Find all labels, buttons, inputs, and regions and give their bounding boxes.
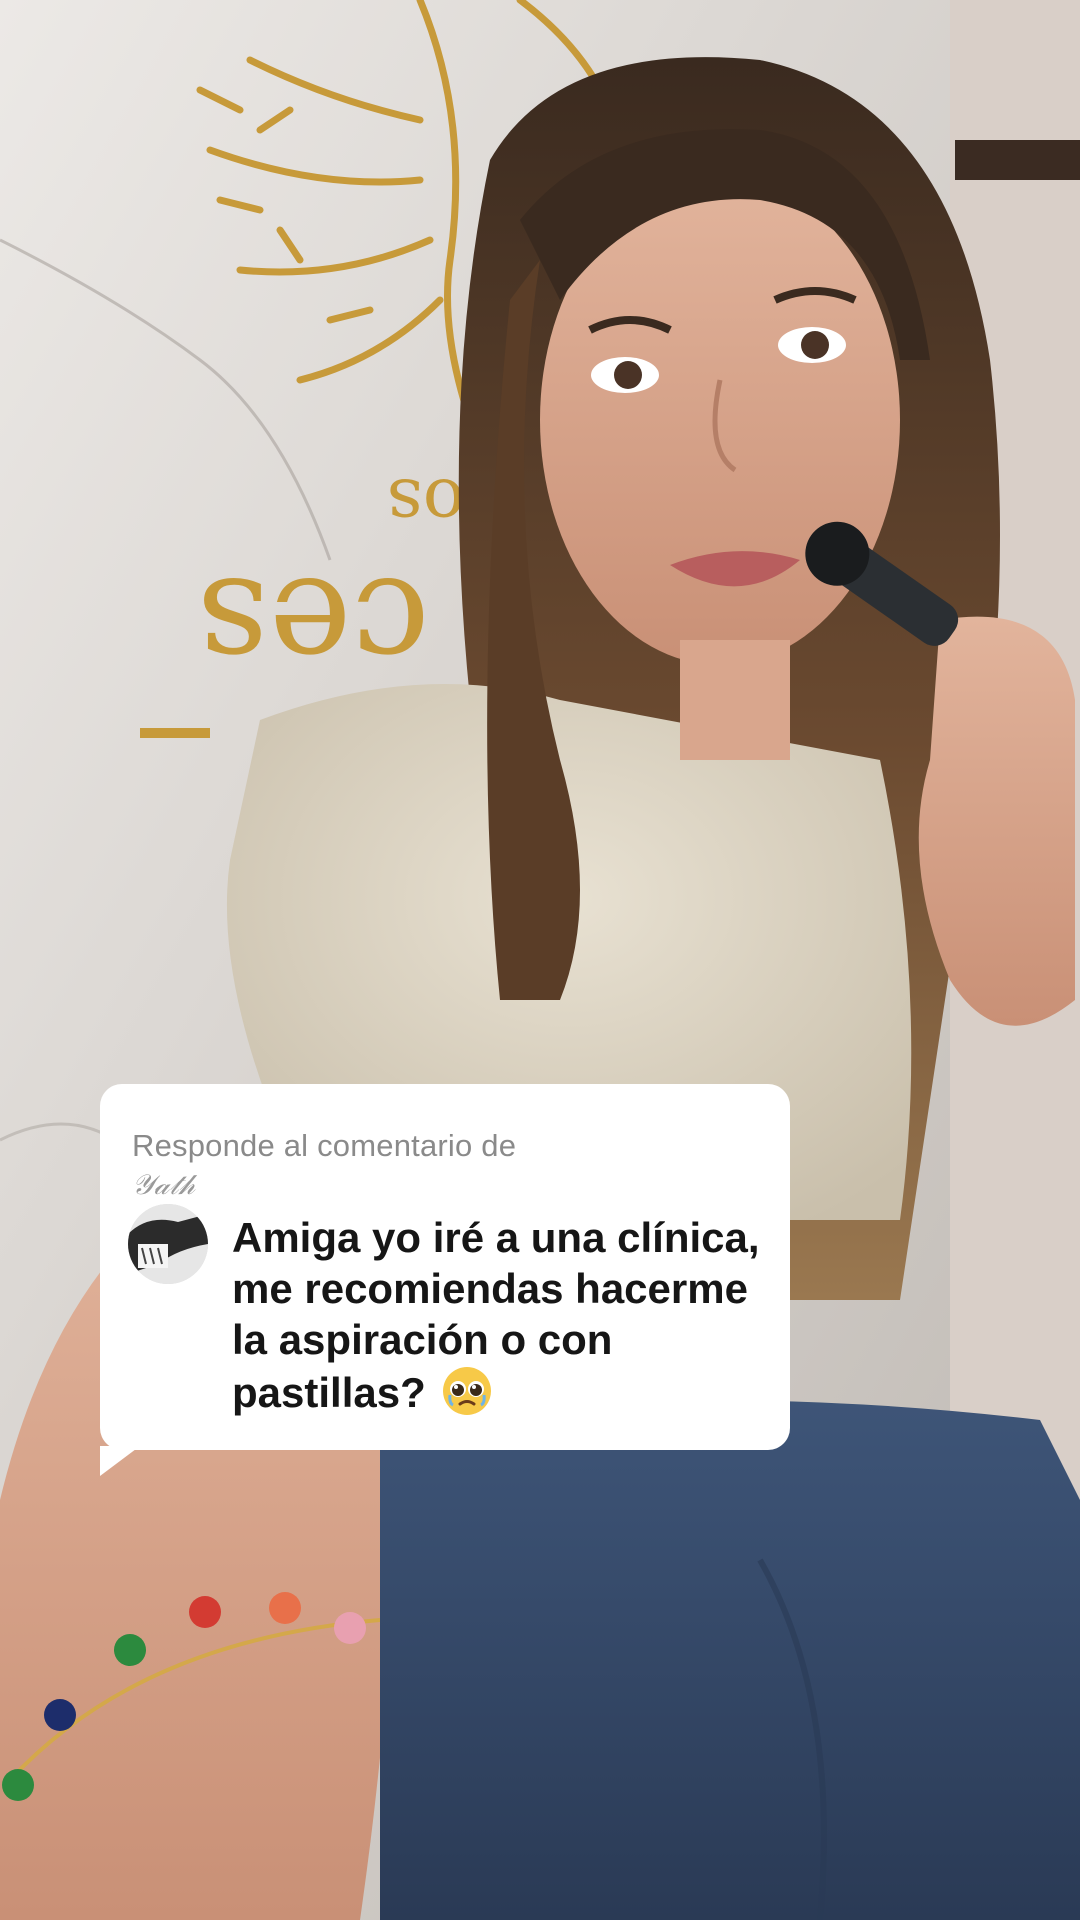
user-avatar-icon[interactable] [128, 1204, 208, 1284]
video-frame: nos ces [0, 0, 1080, 1920]
comment-text: Amiga yo iré a una clínica, me recomiend… [232, 1214, 760, 1416]
pleading-face-icon [441, 1365, 493, 1417]
svg-text:ces: ces [197, 546, 430, 709]
reply-card-tail [100, 1446, 140, 1476]
reply-header: Responde al comentario de [132, 1128, 517, 1163]
commenter-username[interactable]: 𝒴𝒶𝓉𝒽 [132, 1168, 195, 1202]
reply-comment-text: Amiga yo iré a una clínica, me recomiend… [232, 1212, 772, 1418]
video-screen[interactable]: nos ces Responde al comentario de 𝒴𝒶𝓉𝒽 A… [0, 0, 1080, 1920]
